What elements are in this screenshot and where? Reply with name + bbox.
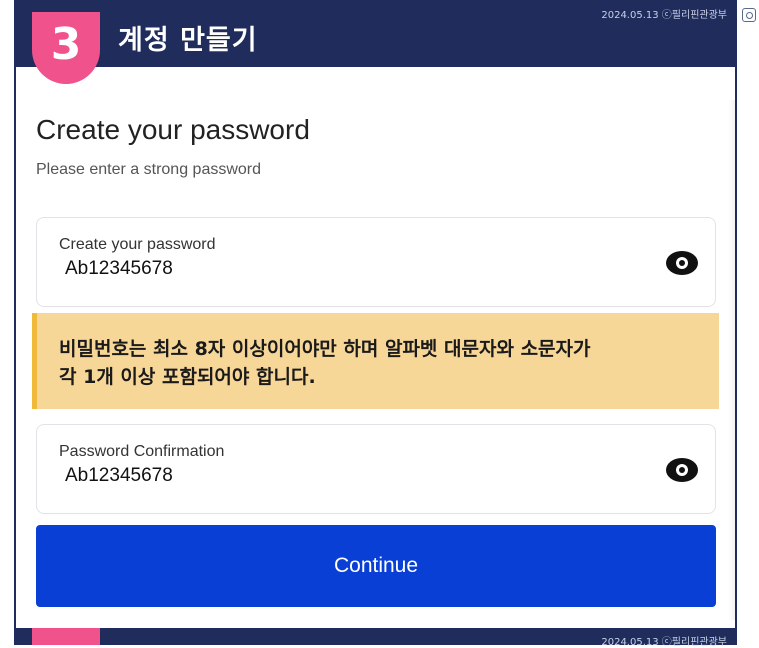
requirement-line-2: 각 1개 이상 포함되어야 합니다. (59, 366, 316, 388)
password-requirement-notice: 비밀번호는 최소 8자 이상이어야만 하며 알파벳 대문자와 소문자가 각 1개… (32, 313, 719, 409)
date-stamp: 2024.05.13 ⓒ필리핀관광부 (601, 10, 727, 21)
eye-icon[interactable] (665, 250, 699, 276)
continue-button[interactable]: Continue (36, 525, 716, 607)
password-field[interactable]: Create your password (36, 217, 716, 307)
footer-step-badge (32, 628, 100, 645)
scroll-shadow (728, 100, 736, 620)
requirement-line-1: 비밀번호는 최소 8자 이상이어야만 하며 알파벳 대문자와 소문자가 (59, 338, 591, 360)
password-requirement-text: 비밀번호는 최소 8자 이상이어야만 하며 알파벳 대문자와 소문자가 각 1개… (59, 335, 699, 391)
page-title: Create your password (36, 114, 310, 145)
header-title: 계정 만들기 (118, 25, 258, 56)
step-badge: 3 (32, 12, 100, 84)
confirm-password-field[interactable]: Password Confirmation (36, 424, 716, 514)
footer-date-stamp: 2024.05.13 ⓒ필리핀관광부 (601, 637, 727, 648)
eye-icon[interactable] (665, 457, 699, 483)
password-field-label: Create your password (59, 236, 216, 253)
page-subtitle: Please enter a strong password (36, 161, 262, 178)
password-input[interactable] (65, 258, 625, 280)
confirm-password-input[interactable] (65, 465, 625, 487)
confirm-field-label: Password Confirmation (59, 443, 225, 460)
scan-icon[interactable] (742, 8, 756, 22)
